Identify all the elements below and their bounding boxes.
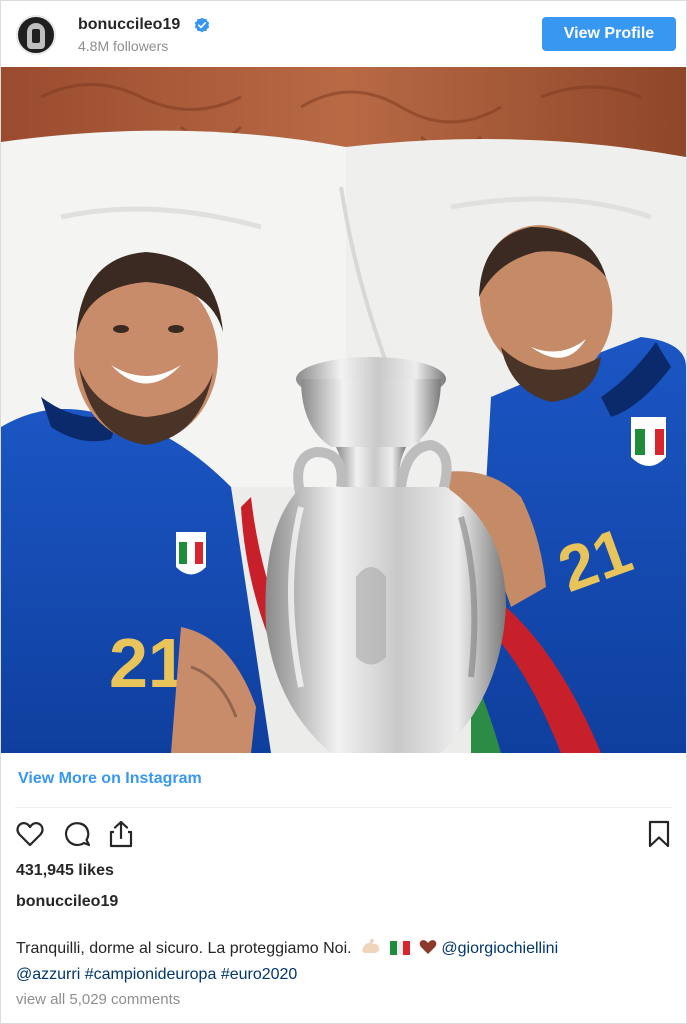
view-profile-button[interactable]: View Profile (542, 17, 676, 51)
divider (15, 807, 672, 808)
username[interactable]: bonuccileo19 (78, 16, 180, 34)
avatar[interactable] (16, 15, 56, 55)
hashtag-campionideuropa[interactable]: #campionideuropa (85, 966, 217, 983)
svg-text:21: 21 (109, 624, 187, 702)
followers-count: 4.8M followers (78, 38, 169, 54)
hashtag-euro2020[interactable]: #euro2020 (221, 966, 298, 983)
caption-text: Tranquilli, dorme al sicuro. La proteggi… (16, 940, 352, 957)
instagram-embed: bonuccileo19 4.8M followers View Profile (0, 0, 687, 1024)
share-icon[interactable] (106, 819, 136, 849)
action-bar (1, 817, 686, 853)
italy-flag-icon (390, 941, 411, 955)
caption: Tranquilli, dorme al sicuro. La proteggi… (16, 936, 676, 988)
likes-count[interactable]: 431,945 likes (16, 862, 114, 880)
view-more-link[interactable]: View More on Instagram (18, 770, 202, 788)
flexed-biceps-icon (362, 938, 380, 953)
verified-icon (194, 17, 210, 33)
mention-giorgiochiellini[interactable]: @giorgiochiellini (441, 940, 558, 957)
heart-icon[interactable] (15, 819, 45, 849)
heart-emoji-icon (419, 940, 437, 954)
post-photo[interactable]: 21 21 (1, 67, 686, 753)
view-comments-link[interactable]: view all 5,029 comments (16, 991, 180, 1008)
bookmark-icon[interactable] (644, 819, 674, 849)
mention-azzurri[interactable]: @azzurri (16, 966, 80, 983)
post-header: bonuccileo19 4.8M followers View Profile (1, 1, 686, 67)
caption-username[interactable]: bonuccileo19 (16, 893, 118, 911)
comment-icon[interactable] (62, 819, 92, 849)
